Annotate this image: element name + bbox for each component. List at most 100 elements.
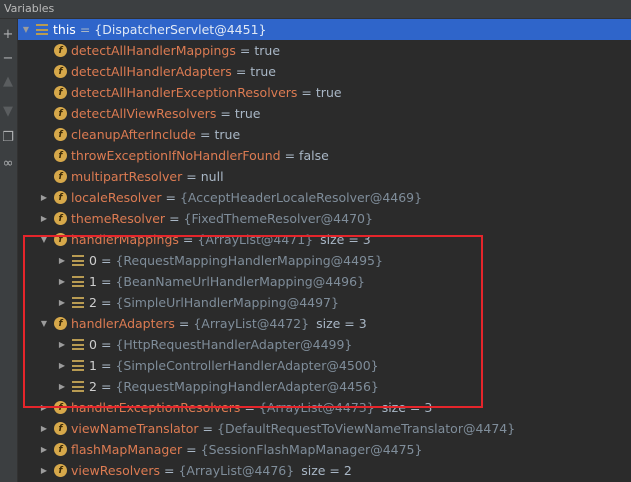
variable-value: false	[299, 148, 329, 163]
variable-name: detectAllViewResolvers	[71, 106, 217, 121]
expand-arrow-closed-icon[interactable]: ▶	[56, 255, 68, 267]
tree-row[interactable]: ▶ 2 = {RequestMappingHandlerAdapter@4456}	[18, 376, 631, 397]
variable-value: {AcceptHeaderLocaleResolver@4469}	[179, 190, 423, 205]
equals-sign: =	[220, 106, 231, 121]
tree-row[interactable]: ▶ 0 = {HttpRequestHandlerAdapter@4499}	[18, 334, 631, 355]
variable-value: true	[234, 106, 261, 121]
list-item-icon	[36, 24, 48, 35]
expand-arrow-open-icon[interactable]: ▼	[38, 318, 50, 330]
tree-row[interactable]: ▶ f viewNameTranslator = {DefaultRequestToVi…	[18, 418, 631, 439]
variable-name: multipartResolver	[71, 169, 183, 184]
tree-row[interactable]: ▶ f handlerExceptionResolvers = {ArrayList@4…	[18, 397, 631, 418]
tree-row[interactable]: ▶fmultipartResolver=null	[18, 166, 631, 187]
collection-size: size = 2	[301, 463, 352, 478]
variable-value: true	[315, 85, 342, 100]
variable-value: {DefaultRequestToViewNameTranslator@4474…	[217, 421, 516, 436]
arrow-up-icon[interactable]: ▲	[1, 75, 15, 89]
tree-row[interactable]: ▶ f themeResolver = {FixedThemeResolver@4470…	[18, 208, 631, 229]
tree-row[interactable]: ▶fcleanupAfterInclude=true	[18, 124, 631, 145]
field-icon: f	[54, 65, 67, 78]
variable-value: {BeanNameUrlHandlerMapping@4496}	[115, 274, 366, 289]
tree-row[interactable]: ▶fdetectAllHandlerAdapters=true	[18, 61, 631, 82]
tree-row[interactable]: ▶fdetectAllViewResolvers=true	[18, 103, 631, 124]
tree-row[interactable]: ▶fdetectAllHandlerExceptionResolvers=tru…	[18, 82, 631, 103]
collection-size: size = 3	[381, 400, 433, 415]
minus-icon[interactable]: −	[1, 52, 15, 66]
tree-row[interactable]: ▶ 2 = {SimpleUrlHandlerMapping@4497}	[18, 292, 631, 313]
glasses-icon[interactable]: ∞	[1, 157, 15, 171]
variable-value: {RequestMappingHandlerAdapter@4456}	[115, 379, 379, 394]
expand-arrow-closed-icon[interactable]: ▶	[38, 402, 50, 414]
variable-value: {SessionFlashMapManager@4475}	[200, 442, 423, 457]
field-icon: f	[54, 44, 67, 57]
field-icon: f	[54, 401, 67, 414]
variable-name: cleanupAfterInclude	[71, 127, 196, 142]
variables-tree[interactable]: ▼this={DispatcherServlet@4451}▶fdetectAl…	[18, 19, 631, 482]
variable-name: 2	[89, 295, 97, 310]
expand-arrow-closed-icon[interactable]: ▶	[56, 360, 68, 372]
tree-row[interactable]: ▶fthrowExceptionIfNoHandlerFound=false	[18, 145, 631, 166]
equals-sign: =	[79, 22, 91, 37]
tree-row[interactable]: ▼ f handlerMappings = {ArrayList@4471} size =…	[18, 229, 631, 250]
variable-value: true	[250, 64, 276, 79]
equals-sign: =	[100, 274, 112, 289]
debug-toolbar: + − ▲ ▼ ❐ ∞	[0, 19, 18, 482]
variable-name: viewResolvers	[71, 463, 160, 478]
plus-icon[interactable]: +	[1, 28, 15, 42]
list-item-icon	[72, 255, 84, 266]
tree-row[interactable]: ▶fdetectAllHandlerMappings=true	[18, 40, 631, 61]
variable-value: {RequestMappingHandlerMapping@4495}	[115, 253, 383, 268]
expand-arrow-closed-icon[interactable]: ▶	[38, 444, 50, 456]
equals-sign: =	[239, 43, 251, 58]
variable-value: {HttpRequestHandlerAdapter@4499}	[115, 337, 353, 352]
expand-arrow-closed-icon[interactable]: ▶	[38, 213, 50, 225]
variable-name: 1	[89, 358, 97, 373]
tree-row[interactable]: ▼ this = {DispatcherServlet@4451}	[18, 19, 631, 40]
expand-arrow-open-icon[interactable]: ▼	[38, 234, 50, 246]
collection-size: size = 3	[316, 316, 367, 331]
equals-sign: =	[100, 358, 112, 373]
variable-value: {ArrayList@4476}	[178, 463, 295, 478]
tree-row[interactable]: ▶ f localeResolver = {AcceptHeaderLocaleReso…	[18, 187, 631, 208]
tree-row[interactable]: ▶ 0 = {RequestMappingHandlerMapping@4495}	[18, 250, 631, 271]
field-icon: f	[54, 464, 67, 477]
variable-name: 0	[89, 337, 97, 352]
equals-sign: =	[100, 379, 112, 394]
tree-row[interactable]: ▶ 1 = {BeanNameUrlHandlerMapping@4496}	[18, 271, 631, 292]
arrow-down-icon[interactable]: ▼	[1, 105, 15, 119]
equals-sign: =	[186, 169, 197, 184]
field-icon: f	[54, 212, 67, 225]
expand-arrow-closed-icon[interactable]: ▶	[38, 423, 50, 435]
variable-value: {FixedThemeResolver@4470}	[183, 211, 373, 226]
field-icon: f	[54, 191, 67, 204]
equals-sign: =	[244, 400, 255, 415]
expand-arrow-closed-icon[interactable]: ▶	[56, 381, 68, 393]
panel-title: Variables	[4, 2, 55, 15]
tree-row[interactable]: ▶ f flashMapManager = {SessionFlashMapManage…	[18, 439, 631, 460]
list-item-icon	[72, 381, 84, 392]
tree-row[interactable]: ▼ f handlerAdapters = {ArrayList@4472} size =…	[18, 313, 631, 334]
equals-sign: =	[163, 463, 175, 478]
variable-name: viewNameTranslator	[71, 421, 199, 436]
variable-value: {SimpleUrlHandlerMapping@4497}	[115, 295, 339, 310]
equals-sign: =	[200, 127, 211, 142]
equals-sign: =	[100, 337, 112, 352]
copy-icon[interactable]: ❐	[1, 131, 15, 145]
variable-name: flashMapManager	[71, 442, 183, 457]
expand-arrow-closed-icon[interactable]: ▶	[38, 192, 50, 204]
field-icon: f	[54, 149, 67, 162]
variable-name: handlerExceptionResolvers	[71, 400, 241, 415]
tree-row[interactable]: ▶ f viewResolvers = {ArrayList@4476} size = 2	[18, 460, 631, 481]
list-item-icon	[72, 297, 84, 308]
expand-arrow-open-icon[interactable]: ▼	[20, 24, 32, 36]
equals-sign: =	[202, 421, 213, 436]
tree-row[interactable]: ▶ 1 = {SimpleControllerHandlerAdapter@4500}	[18, 355, 631, 376]
expand-arrow-closed-icon[interactable]: ▶	[56, 339, 68, 351]
expand-arrow-closed-icon[interactable]: ▶	[38, 465, 50, 477]
expand-arrow-closed-icon[interactable]: ▶	[56, 297, 68, 309]
equals-sign: =	[301, 85, 312, 100]
list-item-icon	[72, 360, 84, 371]
field-icon: f	[54, 422, 67, 435]
variable-name: detectAllHandlerAdapters	[71, 64, 232, 79]
expand-arrow-closed-icon[interactable]: ▶	[56, 276, 68, 288]
